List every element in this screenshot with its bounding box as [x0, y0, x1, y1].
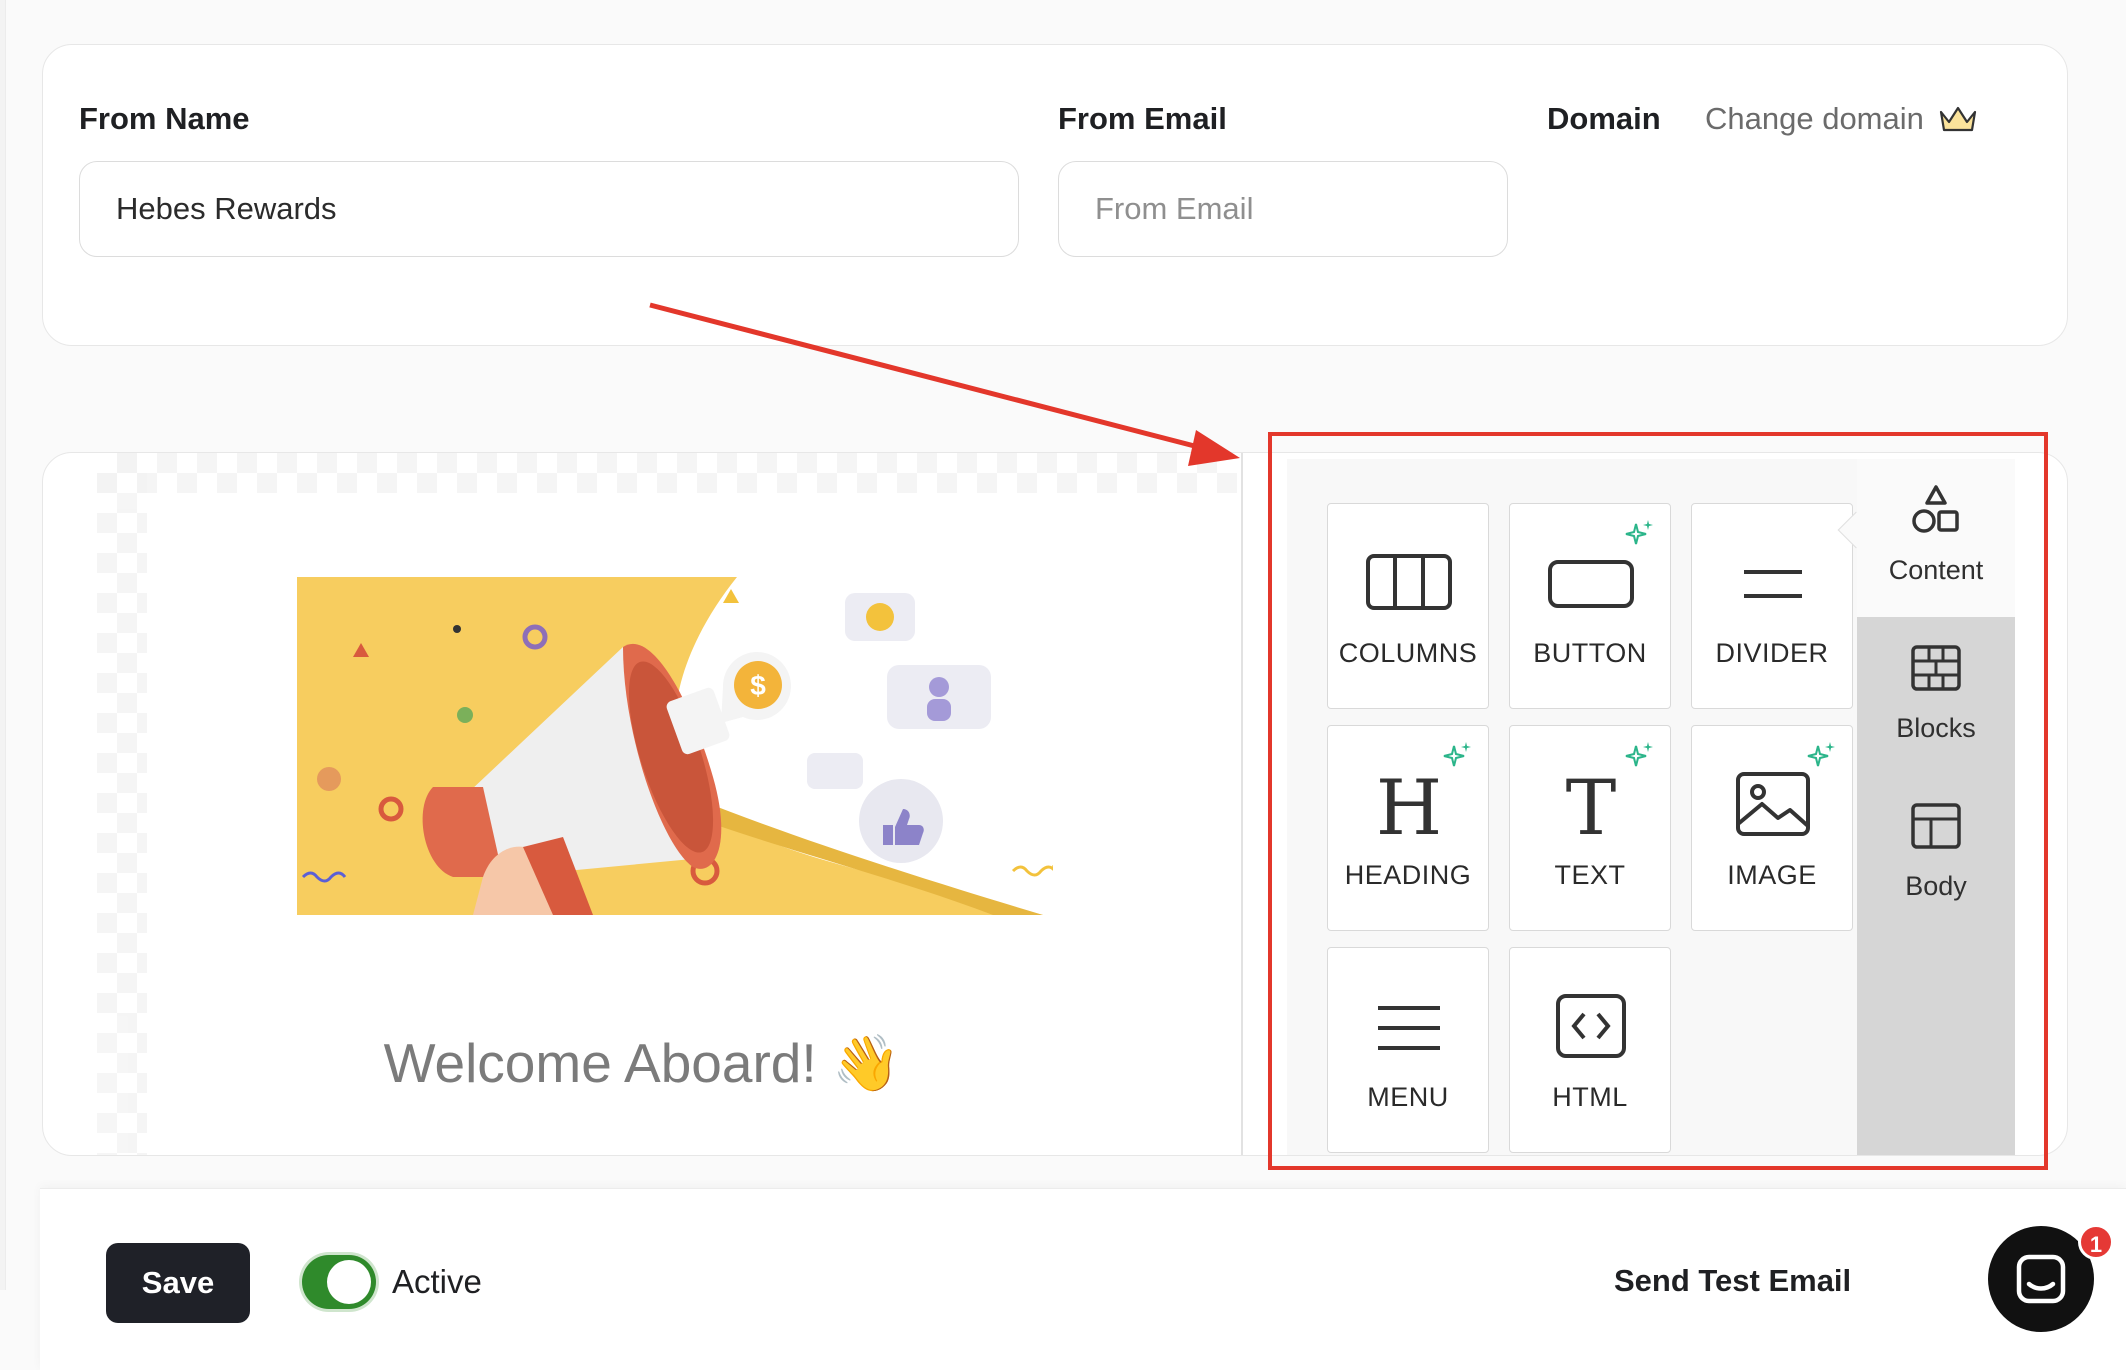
canvas-pattern-top	[97, 453, 1237, 493]
tool-label: MENU	[1367, 1082, 1449, 1112]
blocks-icon	[1911, 645, 1961, 691]
left-edge-strip	[0, 0, 6, 1290]
tab-content[interactable]: Content	[1857, 459, 2015, 617]
svg-text:T: T	[1566, 768, 1617, 838]
tool-label: DIVIDER	[1715, 638, 1829, 668]
tool-label: BUTTON	[1533, 638, 1647, 668]
chat-notification-badge: 1	[2078, 1224, 2114, 1260]
tool-html[interactable]: HTML	[1509, 947, 1671, 1153]
tool-label: TEXT	[1554, 860, 1626, 890]
svg-text:$: $	[750, 670, 766, 701]
toggle-knob	[327, 1260, 371, 1304]
domain-label: Domain	[1547, 101, 1661, 136]
tool-columns[interactable]: COLUMNS	[1327, 503, 1489, 709]
image-icon	[1736, 772, 1810, 836]
crown-icon	[1939, 106, 1976, 132]
tool-label: HTML	[1552, 1082, 1628, 1112]
email-canvas[interactable]: $ Welcome Aboard! 👋	[43, 453, 1241, 1155]
editor-side-tabs: Content Blocks Body	[1857, 459, 2015, 1155]
canvas-panel-divider	[1241, 453, 1243, 1155]
tool-label: HEADING	[1344, 860, 1472, 890]
tab-label: Content	[1888, 555, 1984, 585]
tool-heading[interactable]: H HEADING	[1327, 725, 1489, 931]
heading-icon: H	[1376, 768, 1442, 838]
tool-image[interactable]: IMAGE	[1691, 725, 1853, 931]
divider-icon	[1744, 570, 1802, 598]
columns-icon	[1366, 554, 1452, 610]
megaphone-hero-image[interactable]: $	[253, 577, 1053, 915]
tool-label: IMAGE	[1727, 860, 1817, 890]
from-email-label: From Email	[1058, 101, 1227, 136]
text-icon: T	[1566, 768, 1617, 838]
editor-footer: Save Active Send Test Email	[40, 1188, 2126, 1370]
menu-icon	[1378, 1006, 1440, 1050]
tab-blocks[interactable]: Blocks	[1857, 617, 2015, 775]
tool-menu[interactable]: MENU	[1327, 947, 1489, 1153]
tool-label: COLUMNS	[1338, 638, 1478, 668]
send-test-email-button[interactable]: Send Test Email	[1614, 1263, 1851, 1299]
body-layout-icon	[1911, 803, 1961, 849]
tool-button[interactable]: BUTTON	[1509, 503, 1671, 709]
email-editor-card: $ Welcome Aboard! 👋 COLUMNS BUTTON DIVID…	[42, 452, 2068, 1156]
change-domain-link[interactable]: Change domain	[1705, 101, 1978, 137]
tool-text[interactable]: T TEXT	[1509, 725, 1671, 931]
change-domain-text: Change domain	[1705, 101, 1924, 136]
from-name-input[interactable]	[79, 161, 1019, 257]
svg-text:H: H	[1376, 768, 1442, 838]
active-toggle[interactable]	[302, 1255, 376, 1309]
tool-divider[interactable]: DIVIDER	[1691, 503, 1853, 709]
email-template-editor: From Name From Email Domain Change domai…	[0, 0, 2126, 1370]
active-label: Active	[392, 1263, 482, 1300]
shapes-icon	[1912, 485, 1959, 533]
content-tools-panel: COLUMNS BUTTON DIVIDER H HEADING T TEXT	[1287, 459, 1857, 1155]
sender-settings-card: From Name From Email Domain Change domai…	[42, 44, 2068, 346]
tab-label: Body	[1905, 871, 1967, 901]
chat-icon	[2016, 1254, 2066, 1304]
welcome-heading[interactable]: Welcome Aboard! 👋	[43, 1031, 1241, 1096]
html-icon	[1556, 994, 1626, 1058]
button-icon	[1548, 560, 1634, 608]
save-button[interactable]: Save	[106, 1243, 250, 1323]
tab-body[interactable]: Body	[1857, 775, 2015, 933]
tab-label: Blocks	[1896, 713, 1976, 743]
from-email-input[interactable]	[1058, 161, 1508, 257]
from-name-label: From Name	[79, 101, 250, 136]
